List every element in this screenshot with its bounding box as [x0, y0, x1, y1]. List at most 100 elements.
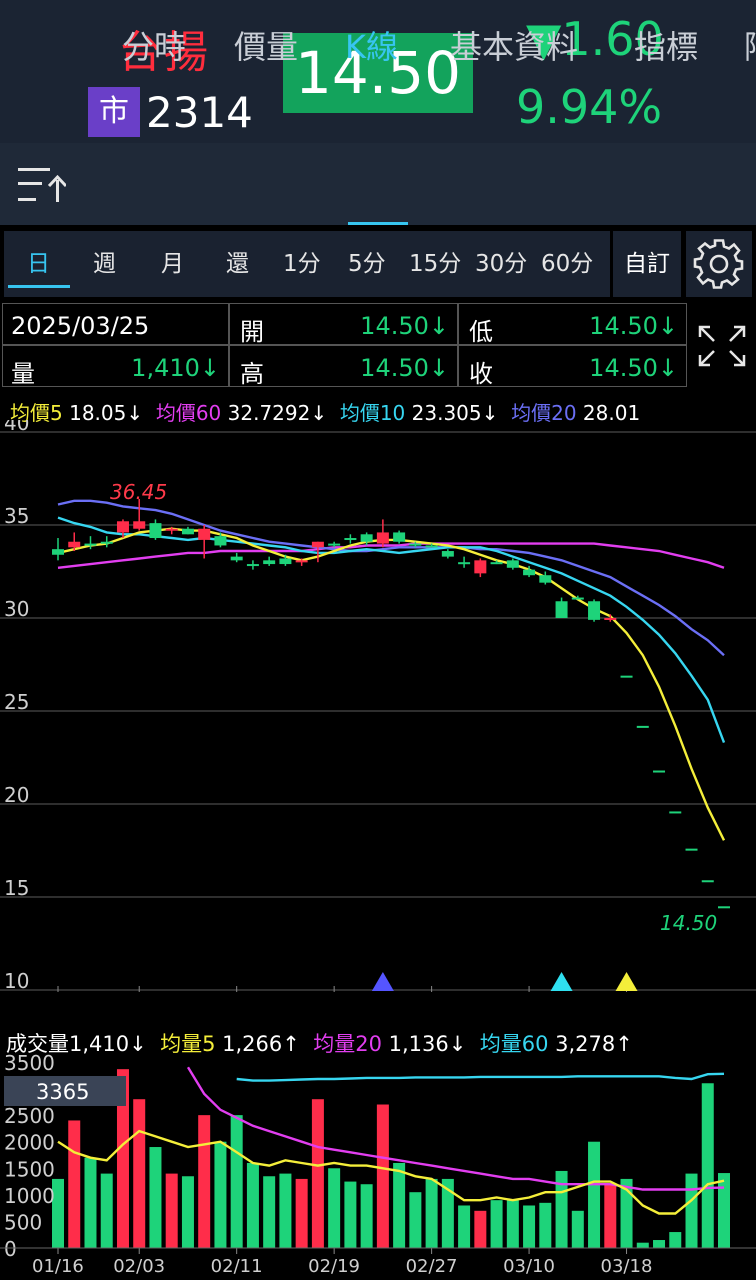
period-5min[interactable]: 5分 [348, 244, 386, 278]
high-label: 高 [240, 360, 264, 388]
volume-bar [198, 1115, 211, 1248]
volume-bar [181, 1176, 194, 1248]
volume-cursor-value: 3365 [36, 1080, 89, 1104]
open-value: 14.50↓ [360, 312, 449, 340]
candle-body [165, 528, 178, 531]
volume-bar [718, 1173, 730, 1248]
volume-bar [604, 1184, 617, 1248]
volume-bar [653, 1240, 666, 1248]
volume-bar [523, 1205, 536, 1248]
date-tick-label: 03/10 [503, 1256, 555, 1277]
signal-triangle [615, 972, 638, 991]
candlestick-chart[interactable]: 40 35 30 25 20 15 10 36.45 14.50 [0, 420, 756, 1000]
volume-bar [588, 1141, 601, 1248]
vol-ma60-line [236, 1072, 725, 1082]
volume-tick-label: 3500 [4, 1052, 55, 1075]
candle-body [263, 560, 276, 565]
candle-body [100, 541, 113, 544]
tab-basic-info[interactable]: 基本資料 [450, 22, 578, 68]
tab-intraday[interactable]: 分時 [122, 22, 186, 68]
tab-price-volume[interactable]: 價量 [234, 22, 298, 68]
sort-menu-icon[interactable] [16, 162, 68, 206]
signal-triangle [371, 972, 394, 991]
date-tick-label: 02/27 [406, 1256, 458, 1277]
info-low-cell: 低 14.50↓ [458, 303, 687, 346]
ma5-line [57, 527, 726, 841]
tab-indicators[interactable]: 指標 [634, 22, 698, 68]
fullscreen-button[interactable] [688, 303, 756, 389]
info-volume-cell: 量 1,410↓ [2, 345, 229, 388]
candle-body [555, 601, 568, 618]
price-change-percent: 9.94% [516, 80, 663, 134]
info-date-cell: 2025/03/25 [2, 303, 229, 345]
candle-body [246, 564, 259, 567]
gear-icon [693, 239, 744, 289]
volume-bar [490, 1200, 503, 1248]
volume-value: 1,410↓ [131, 354, 220, 382]
volume-tick-label: 1000 [4, 1184, 55, 1208]
tab-kline[interactable]: K線 [345, 22, 398, 68]
period-60min[interactable]: 60分 [541, 244, 593, 278]
min-price-label: 14.50 [660, 911, 717, 935]
open-label: 開 [240, 318, 264, 346]
candle-body [539, 575, 552, 583]
candle-body [52, 549, 64, 555]
period-day[interactable]: 日 [27, 244, 50, 278]
price-tick-label: 25 [4, 690, 29, 714]
price-tick-label: 30 [4, 597, 29, 621]
volume-bar [328, 1168, 341, 1248]
candle-body [604, 618, 617, 620]
volume-bar [360, 1184, 373, 1248]
candle-body [116, 521, 129, 533]
volume-bar [230, 1115, 243, 1248]
volume-tick-label: 0 [4, 1237, 17, 1261]
custom-period-button[interactable]: 自訂 [613, 231, 681, 297]
volume-bar [539, 1202, 552, 1248]
max-price-label: 36.45 [110, 480, 167, 504]
candle-body [376, 532, 389, 544]
volume-label: 量 [11, 360, 35, 388]
settings-button[interactable] [686, 231, 752, 297]
candle-body [279, 558, 292, 565]
volume-bar [701, 1083, 714, 1248]
candle-body [328, 543, 341, 546]
volume-tick-label: 500 [4, 1210, 42, 1234]
candle-body [133, 521, 146, 529]
candle-body [230, 556, 243, 561]
period-adjusted[interactable]: 還 [226, 244, 249, 278]
volume-bar [409, 1192, 422, 1248]
volume-chart[interactable]: 3500300025002000150010005000 3365 01/160… [0, 1052, 756, 1280]
close-label: 收 [469, 360, 493, 388]
date-tick-label: 03/18 [601, 1256, 653, 1277]
date-tick-label: 02/03 [113, 1256, 165, 1277]
candle-body [474, 560, 487, 574]
period-15min[interactable]: 15分 [409, 244, 461, 278]
candle-body [181, 528, 194, 535]
volume-bar [214, 1141, 227, 1248]
market-badge: 市 [88, 87, 140, 137]
volume-bar [149, 1147, 162, 1248]
price-tick-label: 10 [4, 969, 29, 993]
volume-bar [474, 1210, 487, 1248]
volume-bar [295, 1178, 308, 1248]
volume-bar [393, 1162, 406, 1248]
period-month[interactable]: 月 [161, 244, 184, 278]
low-label: 低 [469, 318, 493, 346]
date-tick-label: 02/11 [211, 1256, 263, 1277]
active-tab-indicator [348, 222, 408, 225]
low-value: 14.50↓ [589, 312, 678, 340]
volume-bar [425, 1178, 438, 1248]
period-1min[interactable]: 1分 [283, 244, 321, 278]
candle-body [149, 523, 162, 539]
volume-bar [506, 1200, 519, 1248]
tab-bar [0, 143, 756, 225]
volume-bar [279, 1173, 292, 1248]
tab-next[interactable]: 隔 [744, 22, 756, 68]
volume-bar [84, 1157, 97, 1248]
period-30min[interactable]: 30分 [475, 244, 527, 278]
candle-body [295, 560, 308, 563]
volume-bar [165, 1173, 178, 1248]
price-tick-label: 40 [4, 420, 29, 435]
volume-tick-label: 2000 [4, 1131, 55, 1155]
period-week[interactable]: 週 [93, 244, 116, 278]
